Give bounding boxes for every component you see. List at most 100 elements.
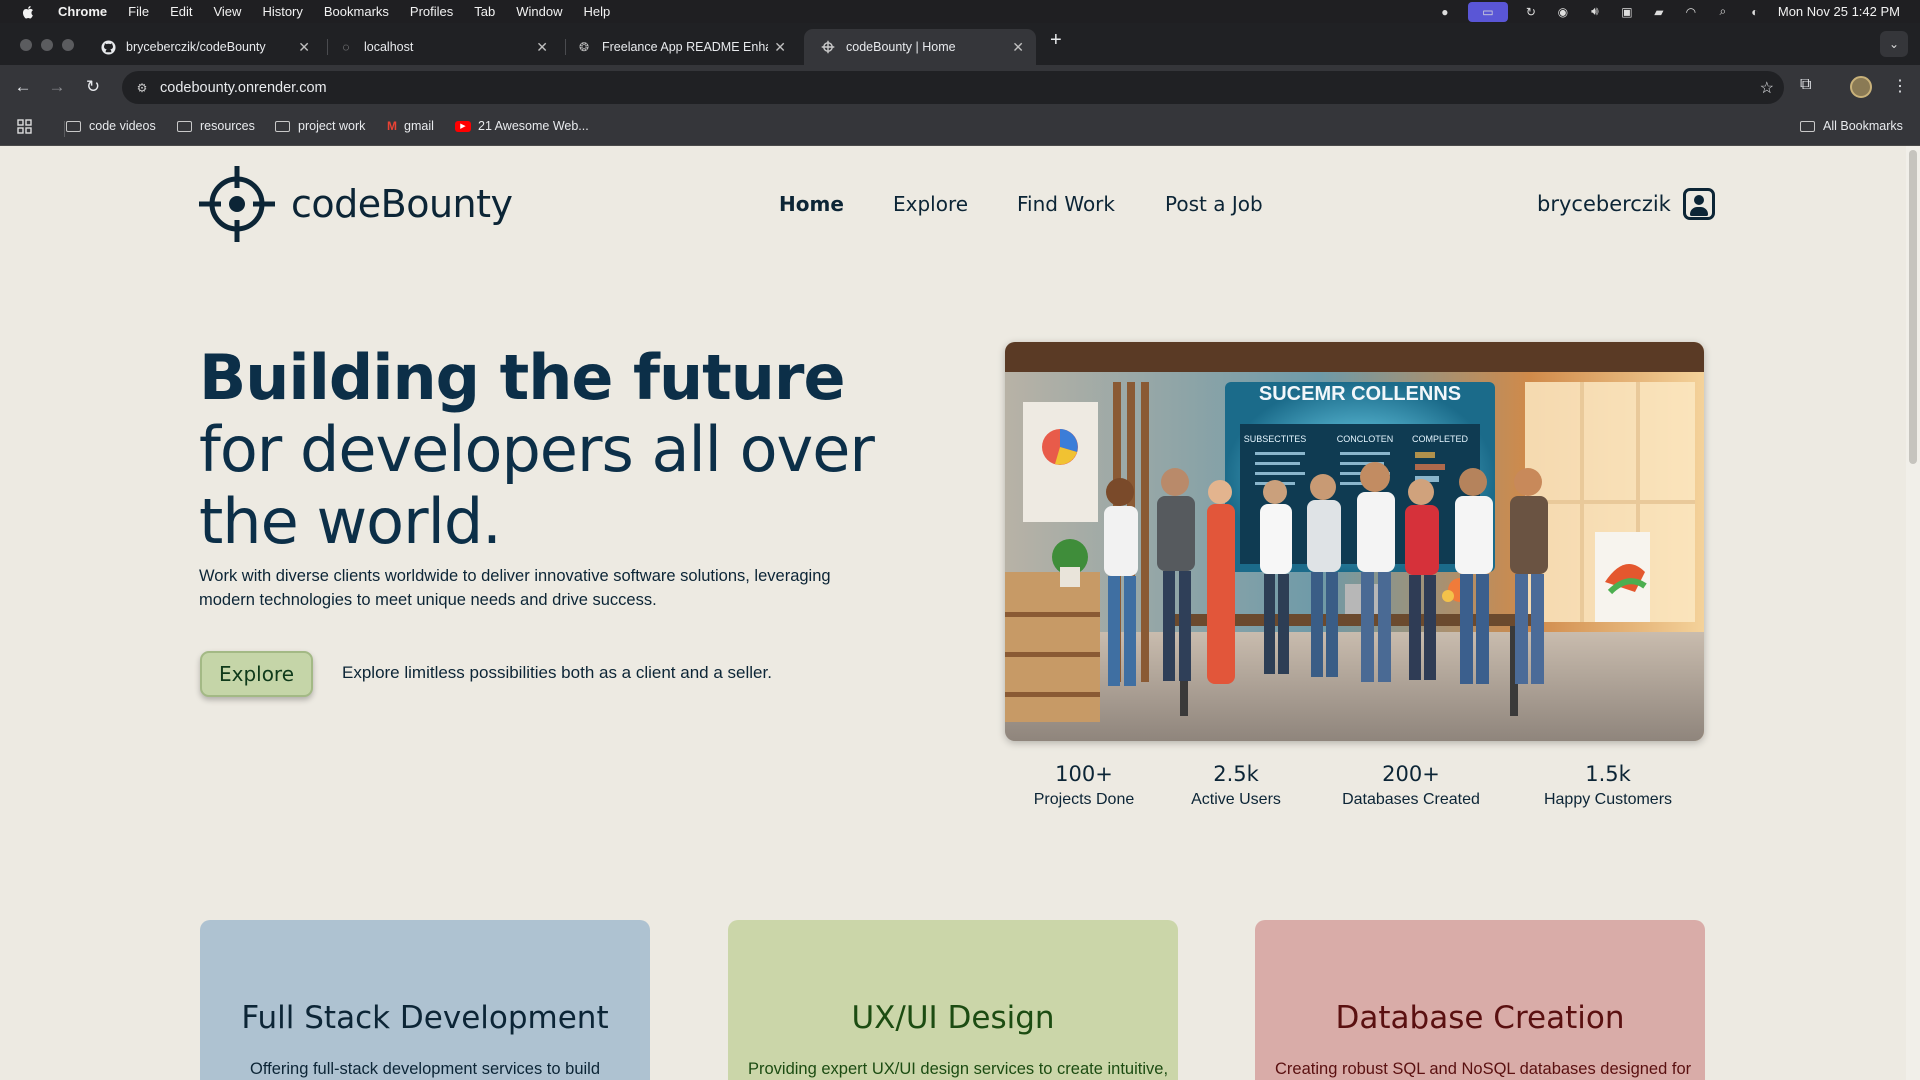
stat-label: Active Users bbox=[1191, 791, 1281, 808]
apple-icon[interactable] bbox=[20, 4, 36, 20]
reload-icon[interactable]: ↻ bbox=[82, 76, 104, 98]
volume-icon[interactable]: 🔊︎ bbox=[1586, 4, 1604, 19]
bookmark-link[interactable]: ▶ 21 Awesome Web... bbox=[455, 119, 589, 133]
menu-history[interactable]: History bbox=[262, 4, 302, 19]
battery-icon[interactable]: ▰ bbox=[1650, 5, 1668, 19]
eye-icon[interactable]: ◉ bbox=[1554, 5, 1572, 19]
globe-icon: ◌ bbox=[342, 40, 350, 54]
tab-title: bryceberczik/codeBounty bbox=[126, 40, 266, 54]
hero-title-rest: for developers all over the world. bbox=[199, 413, 875, 558]
hero-team-image: SUCEMR COLLENNS SUBSECTITES CONCLOTEN CO… bbox=[1005, 342, 1704, 741]
new-tab-plus-icon[interactable]: + bbox=[1050, 29, 1062, 52]
close-window-button[interactable] bbox=[20, 39, 32, 51]
card-description: Creating robust SQL and NoSQL databases … bbox=[1275, 1060, 1692, 1078]
forward-arrow-icon[interactable]: → bbox=[46, 76, 68, 98]
username: bryceberczik bbox=[1537, 192, 1671, 216]
service-card-full-stack[interactable]: Full Stack Development Offering full-sta… bbox=[200, 920, 650, 1080]
menu-view[interactable]: View bbox=[213, 4, 241, 19]
close-icon[interactable]: ✕ bbox=[536, 39, 548, 56]
site-settings-icon[interactable]: ⚙︎ bbox=[134, 80, 150, 96]
sync-icon[interactable]: ↻ bbox=[1522, 5, 1540, 19]
menu-bookmarks[interactable]: Bookmarks bbox=[324, 4, 389, 19]
zoom-window-button[interactable] bbox=[62, 39, 74, 51]
menu-profiles[interactable]: Profiles bbox=[410, 4, 453, 19]
bookmark-folder[interactable]: project work bbox=[275, 119, 365, 133]
stat-value: 100+ bbox=[1055, 762, 1113, 786]
user-profile-icon bbox=[1682, 188, 1715, 220]
nav-home[interactable]: Home bbox=[779, 192, 844, 216]
close-icon[interactable]: ✕ bbox=[774, 39, 786, 56]
more-menu-icon[interactable]: ⋮ bbox=[1892, 76, 1908, 96]
menu-file[interactable]: File bbox=[128, 4, 149, 19]
stat-label: Databases Created bbox=[1342, 791, 1480, 808]
nav-explore[interactable]: Explore bbox=[893, 192, 968, 216]
user-account[interactable]: bryceberczik bbox=[1537, 188, 1715, 220]
tab-search-chevron-icon[interactable]: ⌄ bbox=[1880, 31, 1908, 57]
bookmark-folder[interactable]: resources bbox=[177, 119, 255, 133]
github-icon bbox=[100, 39, 116, 55]
scrollbar-thumb[interactable] bbox=[1909, 150, 1917, 464]
minimize-window-button[interactable] bbox=[41, 39, 53, 51]
address-bar[interactable]: ⚙︎ codebounty.onrender.com ☆ bbox=[122, 71, 1784, 104]
browser-toolbar: ← → ↻ ⚙︎ codebounty.onrender.com ☆ ⧉ ⋮ bbox=[0, 65, 1920, 110]
menu-tab[interactable]: Tab bbox=[474, 4, 495, 19]
page-scrollbar[interactable] bbox=[1906, 146, 1920, 1080]
image-sign-text: SUCEMR COLLENNS bbox=[1259, 383, 1461, 405]
browser-tab-strip: bryceberczik/codeBounty ✕ ◌ localhost ✕ … bbox=[0, 23, 1920, 65]
menu-clock[interactable]: Mon Nov 25 1:42 PM bbox=[1778, 4, 1900, 19]
nav-find-work[interactable]: Find Work bbox=[1017, 192, 1115, 216]
macos-menu-bar: Chrome File Edit View History Bookmarks … bbox=[0, 0, 1920, 23]
menu-window[interactable]: Window bbox=[516, 4, 562, 19]
image-column-text: CONCLOTEN bbox=[1337, 434, 1394, 444]
bookmark-label: resources bbox=[200, 119, 255, 133]
bookmark-label: All Bookmarks bbox=[1823, 119, 1903, 133]
menu-app-name[interactable]: Chrome bbox=[58, 4, 107, 19]
hero-description: Work with diverse clients worldwide to d… bbox=[199, 567, 831, 609]
bookmark-star-icon[interactable]: ☆ bbox=[1760, 78, 1774, 98]
bookmark-link[interactable]: Mgmail bbox=[387, 119, 434, 133]
wifi-icon[interactable]: ◠ bbox=[1682, 5, 1700, 19]
tab-codebounty-active[interactable]: codeBounty | Home ✕ bbox=[804, 29, 1036, 65]
bookmark-label: gmail bbox=[404, 119, 434, 133]
bookmark-label: project work bbox=[298, 119, 366, 133]
menu-help[interactable]: Help bbox=[584, 4, 611, 19]
service-card-database[interactable]: Database Creation Creating robust SQL an… bbox=[1255, 920, 1705, 1080]
image-column-text: SUBSECTITES bbox=[1244, 434, 1307, 444]
close-icon[interactable]: ✕ bbox=[1012, 39, 1024, 56]
control-center-icon[interactable]: ◐ bbox=[1746, 5, 1764, 19]
record-indicator-icon[interactable]: ● bbox=[1436, 5, 1454, 19]
bookmark-label: 21 Awesome Web... bbox=[478, 119, 589, 133]
card-title: Full Stack Development bbox=[241, 1000, 609, 1036]
url-text[interactable]: codebounty.onrender.com bbox=[160, 80, 327, 96]
extensions-puzzle-icon[interactable]: ⧉ bbox=[1800, 76, 1811, 94]
folder-icon bbox=[177, 120, 192, 132]
tab-title: codeBounty | Home bbox=[846, 40, 956, 54]
tab-localhost[interactable]: ◌ localhost ✕ bbox=[322, 29, 560, 65]
explore-note: Explore limitless possibilities both as … bbox=[342, 663, 772, 682]
card-title: UX/UI Design bbox=[851, 1000, 1055, 1036]
stat-users: 2.5k Active Users bbox=[1176, 760, 1296, 809]
display-icon[interactable]: ▣ bbox=[1618, 5, 1636, 19]
tab-chatgpt[interactable]: ❂ Freelance App README Enhancement ✕ bbox=[560, 29, 798, 65]
crosshair-logo-icon bbox=[199, 166, 275, 242]
all-bookmarks-button[interactable]: All Bookmarks bbox=[1800, 119, 1903, 133]
search-icon[interactable]: ⌕ bbox=[1714, 4, 1732, 19]
explore-button[interactable]: Explore bbox=[200, 651, 313, 697]
chatgpt-icon: ❂ bbox=[578, 40, 590, 54]
profile-avatar[interactable] bbox=[1850, 76, 1872, 98]
service-card-ux-ui[interactable]: UX/UI Design Providing expert UX/UI desi… bbox=[728, 920, 1178, 1080]
card-title: Database Creation bbox=[1335, 1000, 1625, 1036]
menu-edit[interactable]: Edit bbox=[170, 4, 192, 19]
screen-mirroring-icon[interactable]: ▭ bbox=[1467, 1, 1508, 22]
apps-grid-icon[interactable] bbox=[17, 119, 32, 134]
tab-github[interactable]: bryceberczik/codeBounty ✕ bbox=[84, 29, 322, 65]
gmail-icon: M bbox=[387, 119, 397, 133]
bookmark-folder[interactable]: code videos bbox=[66, 119, 156, 133]
close-icon[interactable]: ✕ bbox=[298, 39, 310, 56]
stat-value: 2.5k bbox=[1213, 762, 1259, 786]
tab-title: localhost bbox=[364, 40, 414, 54]
site-logo[interactable]: codeBounty bbox=[199, 166, 513, 242]
window-controls bbox=[20, 39, 74, 51]
nav-post-a-job[interactable]: Post a Job bbox=[1165, 192, 1263, 216]
back-arrow-icon[interactable]: ← bbox=[12, 76, 34, 98]
